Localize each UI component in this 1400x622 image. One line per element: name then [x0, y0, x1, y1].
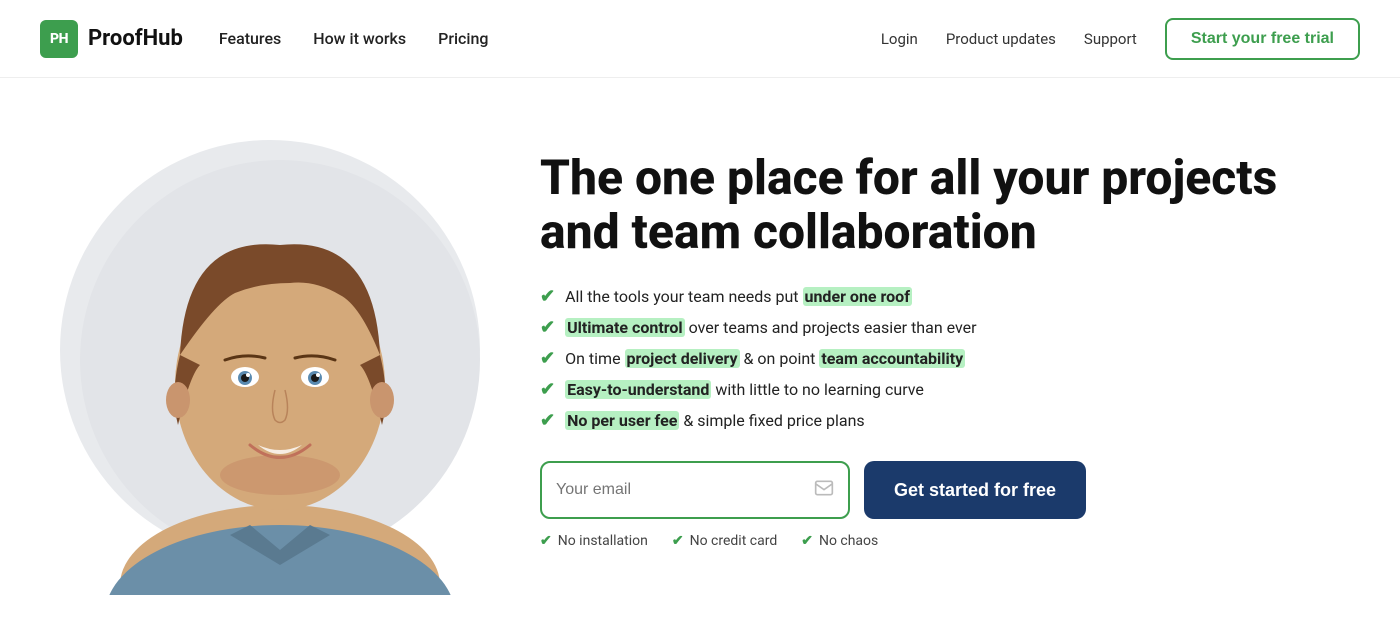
email-icon: [814, 478, 834, 503]
header-right: Login Product updates Support Start your…: [881, 18, 1360, 60]
check-installation: ✔: [540, 533, 552, 549]
highlight-3b: team accountability: [819, 349, 965, 368]
no-installation-label: No installation: [558, 533, 648, 549]
product-updates-link[interactable]: Product updates: [946, 30, 1056, 48]
feature-text-4: Easy-to-understand with little to no lea…: [565, 380, 924, 399]
feature-item-5: ✔ No per user fee & simple fixed price p…: [540, 410, 1340, 431]
logo-name: ProofHub: [88, 26, 183, 51]
check-icon-4: ✔: [540, 379, 555, 400]
no-hassle-row: ✔ No installation ✔ No credit card ✔ No …: [540, 533, 1340, 549]
no-installation: ✔ No installation: [540, 533, 648, 549]
email-input-wrapper[interactable]: [540, 461, 850, 519]
hero-content: The one place for all your projects and …: [520, 78, 1400, 622]
check-credit-card: ✔: [672, 533, 684, 549]
nav-features[interactable]: Features: [219, 29, 281, 48]
main-nav: Features How it works Pricing: [219, 29, 489, 48]
email-input[interactable]: [556, 481, 814, 499]
no-credit-card-label: No credit card: [690, 533, 778, 549]
highlight-1: under one roof: [803, 287, 912, 306]
check-icon-3: ✔: [540, 348, 555, 369]
highlight-4: Easy-to-understand: [565, 380, 711, 399]
no-credit-card: ✔ No credit card: [672, 533, 777, 549]
highlight-3a: project delivery: [625, 349, 740, 368]
main-content: The one place for all your projects and …: [0, 78, 1400, 622]
nav-how-it-works[interactable]: How it works: [313, 29, 406, 48]
highlight-5: No per user fee: [565, 411, 679, 430]
logo-icon: PH: [40, 20, 78, 58]
start-trial-button[interactable]: Start your free trial: [1165, 18, 1360, 60]
logo-area: PH ProofHub: [40, 20, 183, 58]
check-icon-2: ✔: [540, 317, 555, 338]
feature-text-1: All the tools your team needs put under …: [565, 287, 912, 306]
feature-item-2: ✔ Ultimate control over teams and projec…: [540, 317, 1340, 338]
no-chaos: ✔ No chaos: [801, 533, 878, 549]
highlight-2: Ultimate control: [565, 318, 685, 337]
feature-item-3: ✔ On time project delivery & on point te…: [540, 348, 1340, 369]
feature-text-3: On time project delivery & on point team…: [565, 349, 965, 368]
hero-title: The one place for all your projects and …: [540, 151, 1340, 259]
support-link[interactable]: Support: [1084, 30, 1137, 48]
nav-pricing[interactable]: Pricing: [438, 29, 488, 48]
check-icon-5: ✔: [540, 410, 555, 431]
header: PH ProofHub Features How it works Pricin…: [0, 0, 1400, 78]
check-chaos: ✔: [801, 533, 813, 549]
header-left: PH ProofHub Features How it works Pricin…: [40, 20, 488, 58]
feature-item-1: ✔ All the tools your team needs put unde…: [540, 286, 1340, 307]
login-link[interactable]: Login: [881, 30, 918, 48]
features-list: ✔ All the tools your team needs put unde…: [540, 286, 1340, 431]
get-started-button[interactable]: Get started for free: [864, 461, 1086, 519]
feature-item-4: ✔ Easy-to-understand with little to no l…: [540, 379, 1340, 400]
feature-text-2: Ultimate control over teams and projects…: [565, 318, 976, 337]
check-icon-1: ✔: [540, 286, 555, 307]
no-chaos-label: No chaos: [819, 533, 878, 549]
email-cta-row: Get started for free: [540, 461, 1340, 519]
feature-text-5: No per user fee & simple fixed price pla…: [565, 411, 865, 430]
hero-image-section: [0, 78, 520, 622]
hero-person-image: [70, 105, 490, 595]
